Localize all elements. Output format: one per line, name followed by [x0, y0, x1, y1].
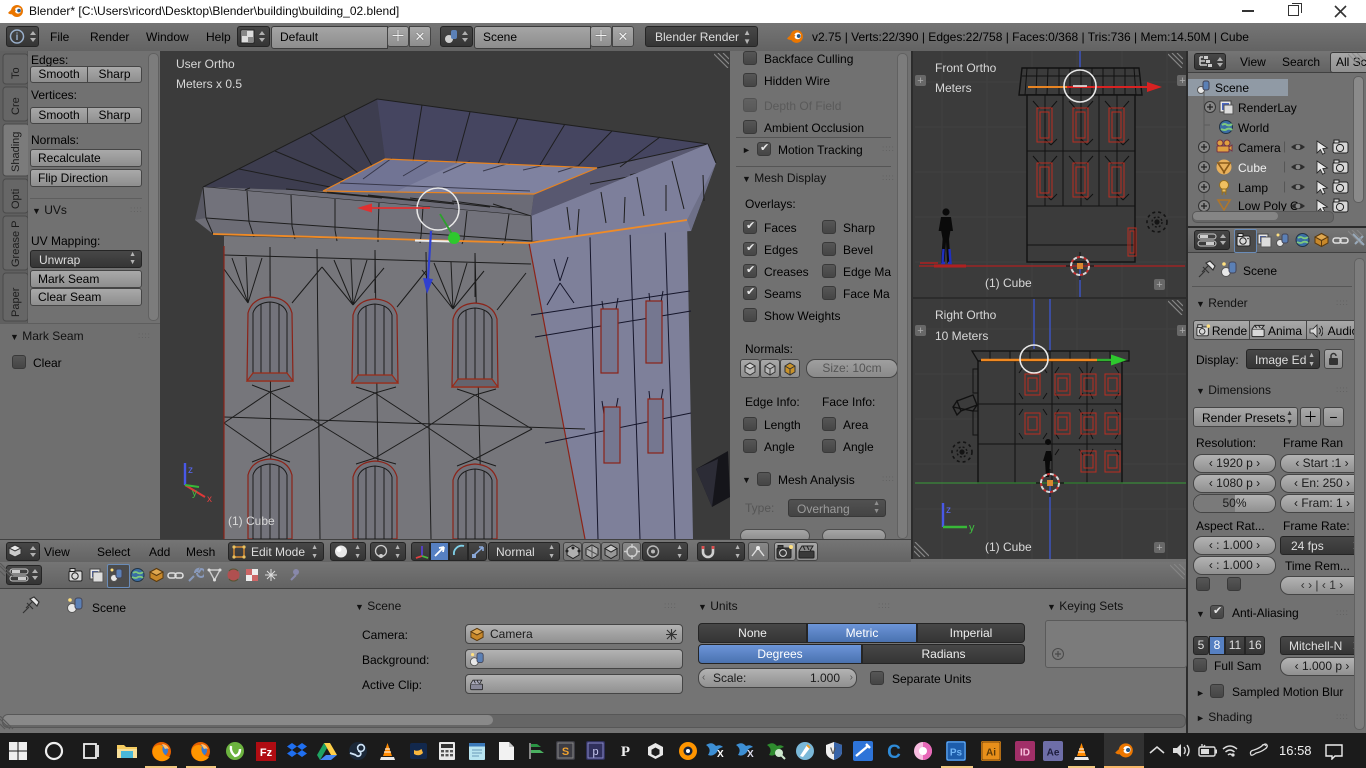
svg-text:y: y: [969, 522, 975, 534]
svg-text:Meters: Meters: [935, 81, 972, 95]
svg-text:Cre: Cre: [10, 97, 22, 115]
svg-text:p: p: [592, 746, 598, 758]
svg-text:P: P: [621, 744, 630, 760]
svg-text:x: x: [207, 494, 212, 505]
svg-text:+: +: [917, 325, 923, 337]
svg-text:+: +: [1179, 325, 1185, 337]
svg-text:z: z: [188, 465, 193, 476]
svg-text:X: X: [717, 749, 724, 760]
svg-text:C: C: [887, 742, 901, 761]
svg-text:ID: ID: [1020, 748, 1030, 759]
svg-text:Right Ortho: Right Ortho: [935, 308, 997, 322]
svg-text:+: +: [917, 75, 923, 87]
svg-text:Meters x 0.5: Meters x 0.5: [176, 77, 242, 91]
svg-text:Opti: Opti: [10, 189, 22, 209]
svg-text:(1) Cube: (1) Cube: [228, 514, 275, 528]
svg-text:User Ortho: User Ortho: [176, 57, 235, 71]
svg-text:V: V: [830, 746, 836, 756]
svg-text:z: z: [946, 505, 951, 516]
svg-text:Grease P: Grease P: [10, 221, 22, 267]
svg-text:+: +: [1179, 75, 1185, 87]
svg-text:+: +: [1156, 279, 1162, 291]
svg-text:+: +: [1156, 542, 1162, 554]
svg-text:y: y: [192, 488, 197, 499]
svg-text:Shading: Shading: [10, 132, 22, 172]
svg-text:X: X: [747, 749, 754, 760]
svg-text:(1) Cube: (1) Cube: [985, 540, 1032, 554]
svg-text:Ae: Ae: [1047, 748, 1060, 759]
svg-text:i: i: [16, 32, 19, 43]
svg-text:Front Ortho: Front Ortho: [935, 61, 997, 75]
svg-text:Paper: Paper: [10, 287, 22, 317]
svg-text:10 Meters: 10 Meters: [935, 329, 988, 343]
svg-text:Ai: Ai: [986, 748, 996, 759]
svg-text:(1) Cube: (1) Cube: [985, 276, 1032, 290]
svg-text:To: To: [10, 67, 22, 79]
svg-text:Fz: Fz: [260, 747, 273, 759]
svg-text:Ps: Ps: [950, 748, 963, 759]
svg-text:S: S: [562, 746, 569, 758]
